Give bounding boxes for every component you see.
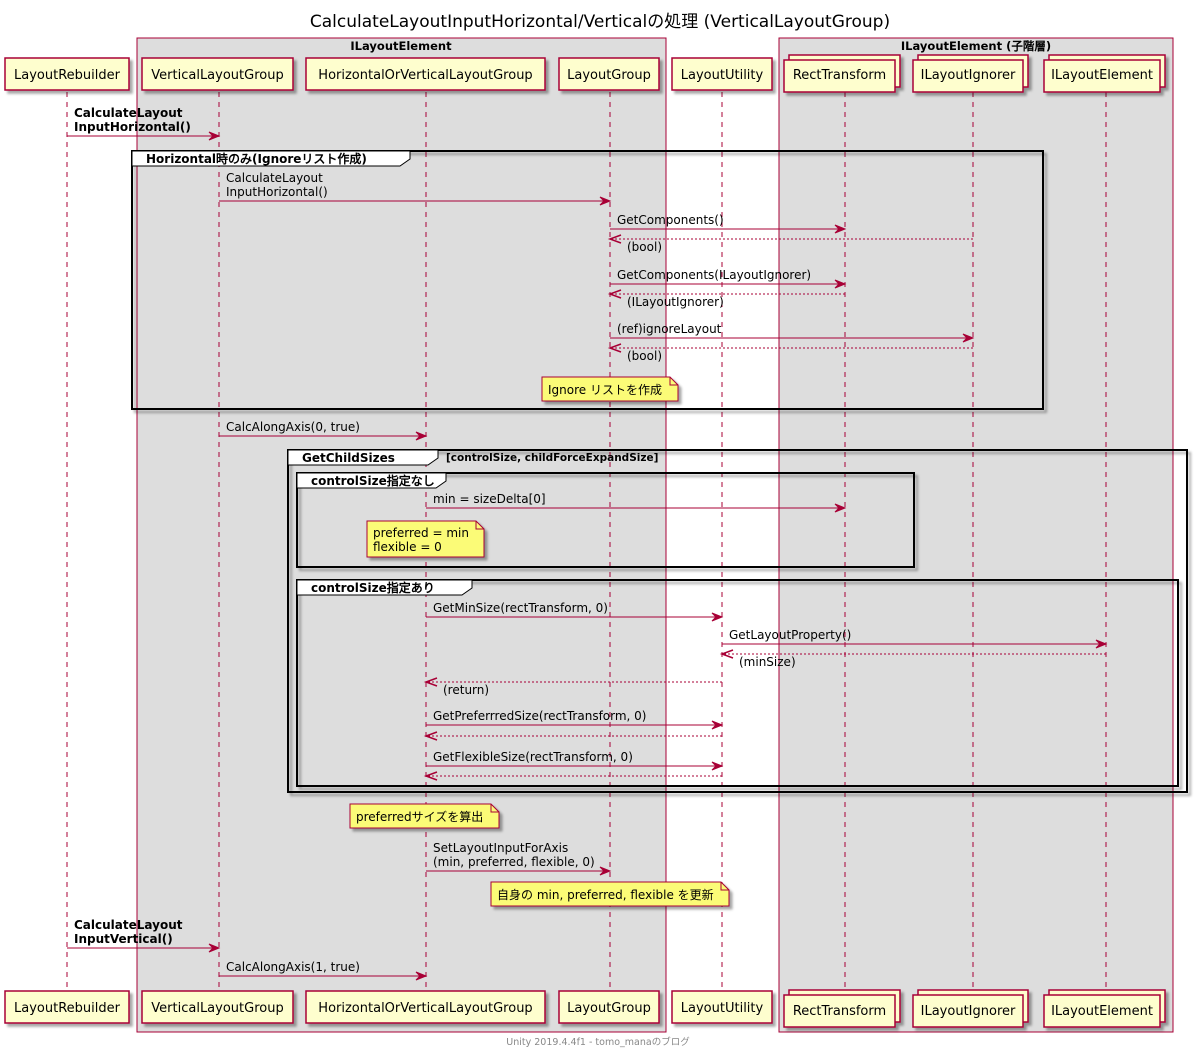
note-preferred-size-calc: preferredサイズを算出: [349, 803, 500, 829]
message-label: (min, preferred, flexible, 0): [433, 855, 595, 869]
message-label: GetLayoutProperty(): [729, 628, 851, 642]
participant-label: LayoutUtility: [681, 68, 764, 83]
message-label: (bool): [627, 240, 662, 254]
diagram-title: CalculateLayoutInputHorizontal/Verticalの…: [310, 12, 890, 32]
participant-label: LayoutRebuilder: [14, 1001, 121, 1016]
participant-label: ILayoutIgnorer: [921, 1004, 1016, 1019]
note-preferred-min: preferred = min flexible = 0: [366, 520, 485, 558]
sequence-diagram: CalculateLayoutInputHorizontal/Verticalの…: [4, 12, 1188, 1048]
participant-label: HorizontalOrVerticalLayoutGroup: [318, 1001, 532, 1016]
fragment-title: GetChildSizes: [302, 451, 395, 465]
message-label: (bool): [627, 349, 662, 363]
note-text: preferredサイズを算出: [356, 809, 483, 824]
participant-layout-ignorer-bottom: ILayoutIgnorer: [912, 989, 1029, 1028]
message-label: (ref)ignoreLayout: [617, 322, 722, 336]
message-label: (return): [443, 683, 489, 697]
note-text: flexible = 0: [373, 540, 442, 554]
fragment-title: controlSize指定あり: [311, 580, 435, 595]
participant-vertical-layout-group-bottom: VerticalLayoutGroup: [141, 990, 294, 1024]
participant-horizontal-or-vertical-layout-group-bottom: HorizontalOrVerticalLayoutGroup: [305, 990, 546, 1024]
participant-label: ILayoutElement: [1051, 1004, 1153, 1019]
note-text: preferred = min: [373, 526, 469, 540]
fragment-title: Horizontal時のみ(Ignoreリスト作成): [146, 151, 367, 166]
participant-vertical-layout-group: VerticalLayoutGroup: [141, 57, 294, 91]
message-label: CalculateLayout: [226, 171, 323, 185]
participant-label: VerticalLayoutGroup: [151, 68, 283, 83]
message-label: GetMinSize(rectTransform, 0): [433, 601, 608, 615]
note-text: Ignore リストを作成: [548, 383, 662, 397]
message-label: InputHorizontal(): [74, 120, 191, 134]
message-label: SetLayoutInputForAxis: [433, 841, 568, 855]
box-label: ILayoutElement: [350, 39, 452, 53]
fragment-title: controlSize指定なし: [311, 473, 435, 488]
message-label: InputHorizontal(): [226, 185, 328, 199]
message-label: InputVertical(): [74, 932, 173, 946]
participant-layout-ignorer: ILayoutIgnorer: [912, 54, 1029, 93]
participant-label: ILayoutIgnorer: [921, 68, 1016, 83]
participant-label: LayoutGroup: [567, 68, 651, 83]
note-text: 自身の min, preferred, flexible を更新: [497, 887, 714, 902]
message-label: CalcAlongAxis(0, true): [226, 420, 360, 434]
message-label: GetFlexibleSize(rectTransform, 0): [433, 750, 633, 764]
message-label: (ILayoutIgnorer): [627, 295, 724, 309]
message-label: CalculateLayout: [74, 106, 183, 120]
fragment-condition: [controlSize, childForceExpandSize]: [446, 452, 658, 464]
participant-label: HorizontalOrVerticalLayoutGroup: [318, 68, 532, 83]
participants-top: LayoutRebuilder VerticalLayoutGroup Hori…: [4, 54, 1166, 93]
participant-layout-utility-bottom: LayoutUtility: [671, 990, 773, 1024]
participant-layout-rebuilder-bottom: LayoutRebuilder: [4, 990, 130, 1024]
participant-layout-group: LayoutGroup: [558, 57, 660, 91]
participant-layout-rebuilder: LayoutRebuilder: [4, 57, 130, 91]
note-ignore-list: Ignore リストを作成: [541, 376, 679, 402]
arrowhead-icon: [719, 649, 734, 659]
participant-label: LayoutUtility: [681, 1001, 764, 1016]
box-label: ILayoutElement (子階層): [901, 39, 1051, 53]
message-label: GetComponents(ILayoutIgnorer): [617, 268, 811, 282]
participants-bottom: LayoutRebuilder VerticalLayoutGroup Hori…: [4, 989, 1166, 1028]
participant-rect-transform-bottom: RectTransform: [783, 989, 901, 1028]
message-label: CalcAlongAxis(1, true): [226, 960, 360, 974]
message-label: GetComponents(): [617, 213, 724, 227]
participant-layout-element: ILayoutElement: [1043, 54, 1166, 93]
box-ilayout-element-children: ILayoutElement (子階層): [778, 37, 1174, 1033]
participant-layout-utility: LayoutUtility: [671, 57, 773, 91]
participant-label: ILayoutElement: [1051, 68, 1153, 83]
participant-label: LayoutGroup: [567, 1001, 651, 1016]
participant-label: VerticalLayoutGroup: [151, 1001, 283, 1016]
message-label: GetPreferrredSize(rectTransform, 0): [433, 709, 647, 723]
participant-label: RectTransform: [793, 1004, 886, 1019]
participant-layout-group-bottom: LayoutGroup: [558, 990, 660, 1024]
participant-rect-transform: RectTransform: [783, 54, 901, 93]
message-label: CalculateLayout: [74, 918, 183, 932]
message-label: (minSize): [739, 655, 796, 669]
participant-horizontal-or-vertical-layout-group: HorizontalOrVerticalLayoutGroup: [305, 57, 546, 91]
participant-label: RectTransform: [793, 68, 886, 83]
message-label: min = sizeDelta[0]: [433, 492, 546, 506]
footer-caption: Unity 2019.4.4f1 - tomo_manaのブログ: [506, 1036, 690, 1048]
note-update-self: 自身の min, preferred, flexible を更新: [490, 881, 730, 907]
participant-layout-element-bottom: ILayoutElement: [1043, 989, 1166, 1028]
participant-label: LayoutRebuilder: [14, 68, 121, 83]
